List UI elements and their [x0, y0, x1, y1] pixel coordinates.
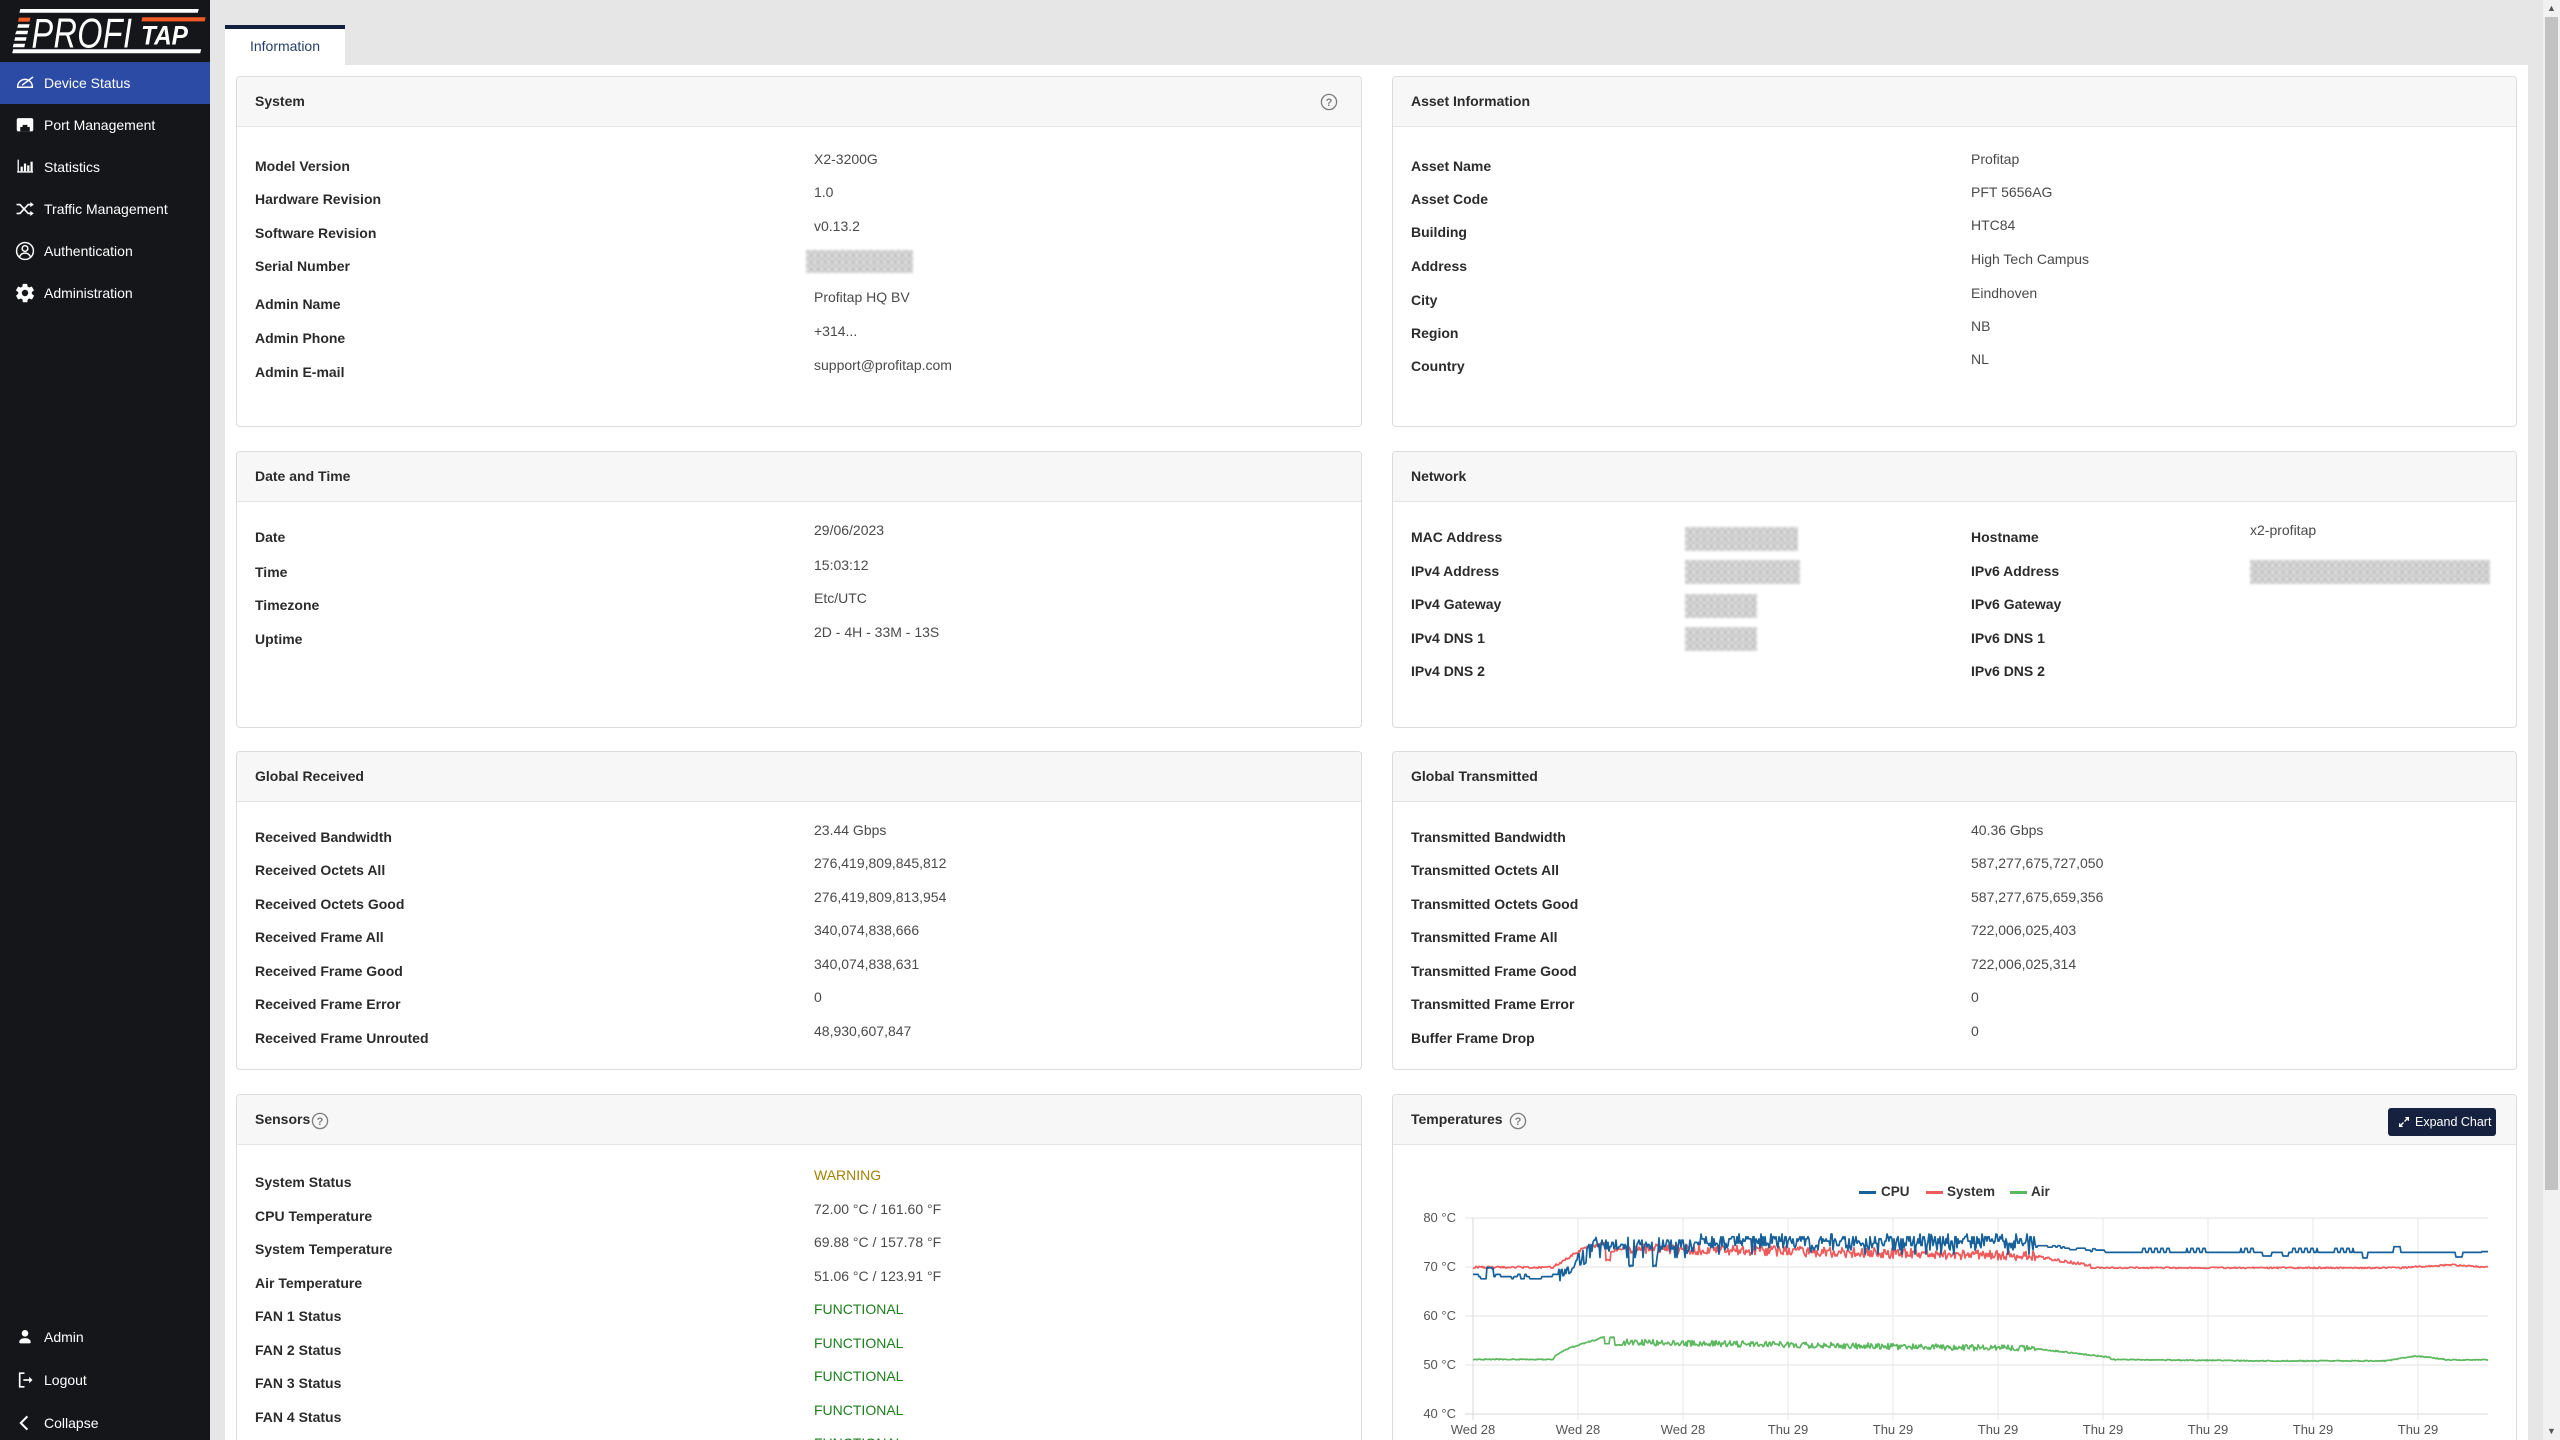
- svg-text:?: ?: [317, 1116, 324, 1128]
- svg-text:TAP: TAP: [141, 21, 189, 50]
- svg-text:?: ?: [1326, 97, 1333, 109]
- svg-text:PROFI: PROFI: [32, 10, 133, 57]
